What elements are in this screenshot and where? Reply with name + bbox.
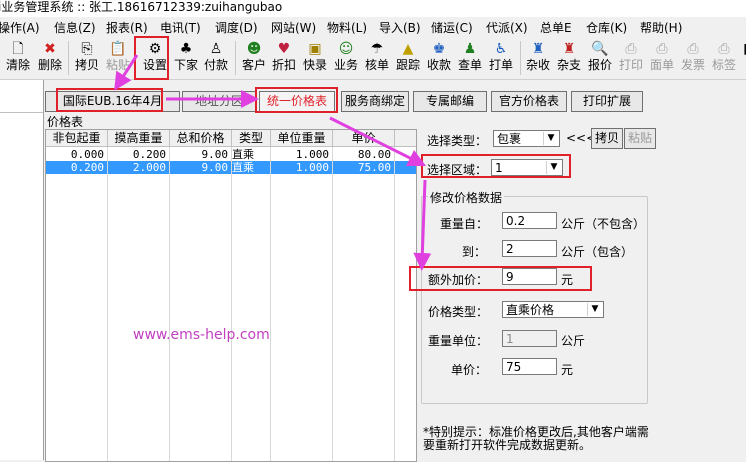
annotation-arrows — [114, 54, 432, 271]
arrow-settings-to-tab — [114, 54, 139, 91]
arrow-unified-to-region — [329, 116, 427, 167]
arrow-region-to-extra — [413, 179, 432, 271]
